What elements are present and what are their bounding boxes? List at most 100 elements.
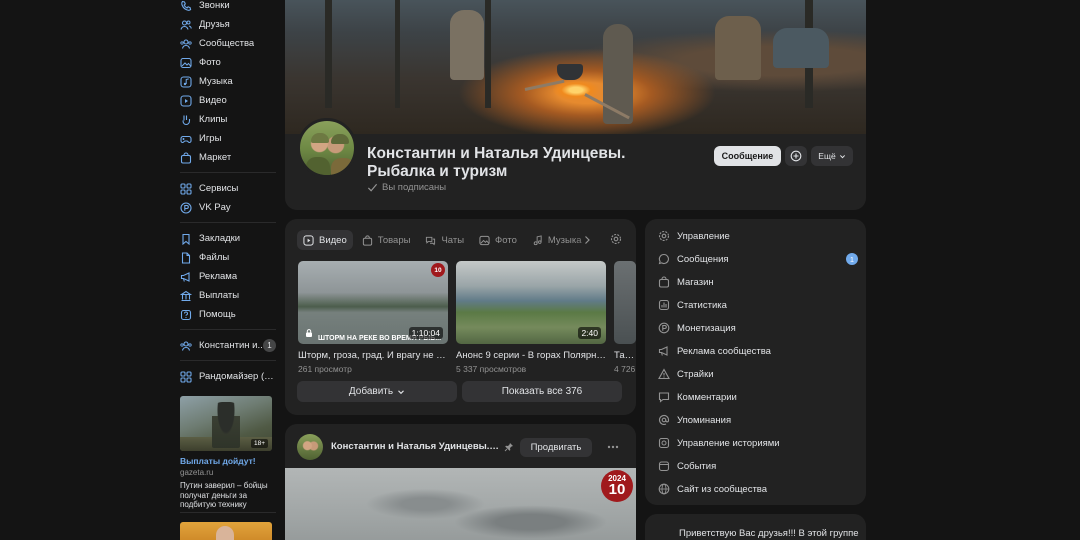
clips-icon	[180, 114, 192, 126]
sidebar-item-games[interactable]: Игры	[180, 129, 278, 148]
tab-goods[interactable]: Товары	[356, 230, 417, 250]
sidebar-item-help[interactable]: Помощь	[180, 305, 278, 324]
tab-label: Товары	[377, 234, 411, 246]
bag-icon	[362, 234, 372, 246]
tab-photo[interactable]: Фото	[473, 230, 523, 250]
manage-item-events[interactable]: События	[658, 457, 858, 475]
sidebar-item-music[interactable]: Музыка	[180, 72, 278, 91]
communities-icon	[180, 340, 192, 352]
vkpay-icon	[180, 201, 192, 214]
manage-item-stats[interactable]: Статистика	[658, 296, 858, 314]
sidebar-item-label: Константин и...	[199, 340, 266, 351]
message-button[interactable]: Сообщение	[714, 146, 781, 166]
sidebar-item-communities[interactable]: Сообщества	[180, 34, 278, 53]
manage-item-stories[interactable]: Управление историями	[658, 434, 858, 452]
sidebar-item-my-group[interactable]: Константин и... 1	[180, 336, 278, 355]
sidebar-item-market[interactable]: Маркет	[180, 148, 278, 167]
ad-text[interactable]: Путин заверил – бойцы получат деньги за …	[180, 481, 272, 510]
ad-image-figure	[216, 526, 234, 540]
tab-chats[interactable]: Чаты	[419, 230, 470, 250]
ad-image[interactable]: 18+	[180, 396, 272, 451]
add-story-button[interactable]	[785, 146, 807, 166]
cover-tree	[395, 0, 400, 108]
manage-item-settings[interactable]: Управление	[658, 227, 858, 245]
manage-item-website[interactable]: Сайт из сообщества	[658, 480, 858, 498]
video-thumbnail[interactable]: 2:40	[456, 261, 606, 344]
video-icon	[303, 234, 314, 246]
manage-item-messages[interactable]: Сообщения 1	[658, 250, 858, 268]
sidebar-item-label: Видео	[199, 95, 227, 106]
post-author-avatar[interactable]	[297, 434, 323, 460]
video-title[interactable]: Шторм, гроза, град. И врагу не пожелаешь	[298, 350, 448, 361]
chevron-right-icon[interactable]	[581, 234, 593, 246]
video-thumbnail[interactable]: 10 ШТОРМ НА РЕКЕ ВО ВРЕМЯ РЫБ... 1:10:04	[298, 261, 448, 344]
video-title[interactable]: Анонс 9 серии - В горах Полярного Урала	[456, 350, 606, 361]
sidebar-ad-second[interactable]	[180, 522, 272, 540]
sidebar-item-photo[interactable]: Фото	[180, 53, 278, 72]
manage-item-monetization[interactable]: Монетизация	[658, 319, 858, 337]
video-card[interactable]: 2:40 Анонс 9 серии - В горах Полярного У…	[456, 261, 606, 374]
avatar-detail	[331, 134, 349, 144]
apps-icon	[180, 370, 192, 383]
communities-icon	[180, 38, 192, 50]
tab-video[interactable]: Видео	[297, 230, 353, 250]
sidebar-item-label: Фото	[199, 57, 221, 68]
sidebar-item-friends[interactable]: Друзья	[180, 15, 278, 34]
market-icon	[180, 151, 192, 164]
more-button[interactable]: Ещё	[811, 146, 853, 166]
episode-badge: 2024 10	[601, 470, 633, 502]
welcome-card: Приветствую Вас друзья!!! В этой группе	[645, 514, 866, 540]
group-header: Константин и Наталья Удинцевы. Рыбалка и…	[285, 0, 866, 210]
subscription-status-label: Вы подписаны	[382, 182, 447, 193]
sidebar-item-label: Маркет	[199, 152, 232, 163]
story-icon	[790, 150, 802, 162]
avatar-detail	[331, 158, 354, 175]
video-title[interactable]: Таймень	[614, 350, 636, 361]
video-icon	[180, 94, 192, 107]
sidebar-item-randomizer[interactable]: Рандомайзер (В...	[180, 367, 278, 386]
sidebar-item-ads[interactable]: Реклама	[180, 267, 278, 286]
group-avatar[interactable]	[297, 118, 357, 178]
sidebar-item-vkpay[interactable]: VK Pay	[180, 198, 278, 217]
manage-item-strikes[interactable]: Страйки	[658, 365, 858, 383]
manage-item-mentions[interactable]: Упоминания	[658, 411, 858, 429]
sidebar-item-label: Выплаты	[199, 290, 240, 301]
sidebar-item-bookmarks[interactable]: Закладки	[180, 229, 278, 248]
sidebar-item-calls[interactable]: Звонки	[180, 0, 278, 15]
post-image[interactable]: 2024 10	[285, 468, 636, 540]
manage-item-shop[interactable]: Магазин	[658, 273, 858, 291]
manage-item-community-ads[interactable]: Реклама сообщества	[658, 342, 858, 360]
shop-icon	[658, 276, 670, 288]
subscription-status[interactable]: Вы подписаны	[367, 182, 446, 193]
manage-item-label: Статистика	[677, 299, 727, 311]
manage-item-comments[interactable]: Комментарии	[658, 388, 858, 406]
video-thumbnail[interactable]	[614, 261, 636, 344]
photo-icon	[180, 57, 192, 69]
music-icon	[533, 234, 542, 245]
left-sidebar: Звонки Друзья Сообщества Фото Музыка Вид…	[172, 0, 278, 540]
cover-person	[603, 24, 633, 124]
globe-icon	[658, 483, 670, 495]
sidebar-item-clips[interactable]: Клипы	[180, 110, 278, 129]
cover-tree	[325, 0, 332, 108]
sidebar-item-files[interactable]: Файлы	[180, 248, 278, 267]
sidebar-item-payouts[interactable]: Выплаты	[180, 286, 278, 305]
pin-icon	[504, 443, 513, 452]
payouts-icon	[180, 290, 192, 302]
gear-icon[interactable]	[610, 233, 622, 245]
sidebar-ad[interactable]: 18+ Выплаты дойдут! gazeta.ru Путин заве…	[180, 396, 272, 510]
sidebar-item-video[interactable]: Видео	[180, 91, 278, 110]
sidebar-item-label: Сервисы	[199, 183, 239, 194]
promote-button[interactable]: Продвигать	[520, 438, 592, 457]
ad-image[interactable]	[180, 522, 272, 540]
video-card[interactable]: 10 ШТОРМ НА РЕКЕ ВО ВРЕМЯ РЫБ... 1:10:04…	[298, 261, 448, 374]
media-section: Видео Товары Чаты Фото Музыка 10 ШТОРМ Н…	[285, 219, 636, 415]
post-author[interactable]: Константин и Наталья Удинцевы. Рыбалка и…	[331, 441, 501, 452]
more-horizontal-icon[interactable]	[606, 442, 620, 452]
add-button[interactable]: Добавить	[297, 381, 457, 402]
ad-title[interactable]: Выплаты дойдут!	[180, 456, 272, 466]
sidebar-item-services[interactable]: Сервисы	[180, 179, 278, 198]
cover-pot	[557, 64, 583, 80]
show-all-button[interactable]: Показать все 376	[462, 381, 622, 402]
video-card[interactable]: Таймень 4 726	[614, 261, 636, 374]
